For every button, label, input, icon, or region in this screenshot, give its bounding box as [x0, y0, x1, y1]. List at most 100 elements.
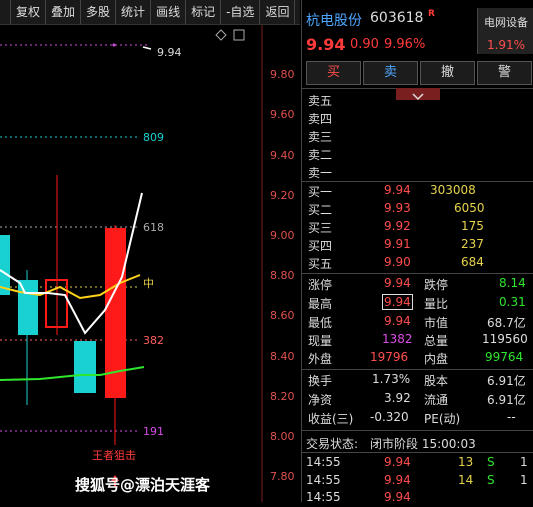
tick-side: S: [487, 473, 495, 487]
bid-price: 9.93: [384, 201, 411, 215]
price-change-pct: 9.96%: [384, 37, 426, 52]
last-price: 9.94: [306, 35, 346, 54]
axis-tick-8.40: 8.40: [270, 350, 295, 363]
candle-1: [0, 235, 10, 295]
diamond-icon[interactable]: [215, 29, 227, 41]
stock-name[interactable]: 杭电股份: [306, 10, 362, 30]
divider: [302, 430, 533, 431]
fib-label-618: 618: [143, 221, 164, 234]
sell-button[interactable]: 卖: [363, 61, 418, 85]
tb-back[interactable]: 返回: [260, 0, 296, 24]
low-label: 最低: [308, 316, 333, 330]
inner-value: 99764: [485, 350, 524, 364]
stat-row: 现量 1382 总量 119560: [302, 331, 533, 349]
buy-button[interactable]: 买: [306, 61, 361, 85]
total-vol-value: 119560: [482, 332, 528, 346]
bid-volume: 303008: [430, 183, 476, 197]
stat-row: 收益(三) -0.320 PE(动) --: [302, 409, 533, 427]
bid-row-3[interactable]: 买三 9.92 175: [302, 218, 533, 236]
tb-watchlist[interactable]: -自选: [221, 0, 261, 24]
watermark-text: 搜狐号@漂泊天涯客: [75, 476, 211, 494]
vol-ratio-label: 量比: [424, 297, 449, 311]
bid-volume: 175: [461, 219, 484, 233]
divider: [302, 452, 533, 453]
alert-button[interactable]: 警: [477, 61, 532, 85]
axis-tick-9.20: 9.20: [270, 189, 295, 202]
ask-row-2: 卖二: [302, 145, 533, 163]
high-value: 9.94: [382, 294, 413, 310]
bid-price: 9.90: [384, 255, 411, 269]
rzrq-badge: R: [428, 9, 435, 19]
sector-box[interactable]: 电网设备 1.91%: [477, 8, 533, 54]
cur-vol-label: 现量: [308, 334, 333, 348]
quote-panel: 杭电股份 603618 R 电网设备 1.91% 9.94 0.90 9.96%…: [301, 0, 533, 504]
vol-ratio-value: 0.31: [499, 295, 526, 309]
bid-volume: 237: [461, 237, 484, 251]
tb-mark[interactable]: 标记: [186, 0, 222, 24]
shares-value: 6.91亿: [487, 374, 526, 388]
fib-label-809: 809: [143, 131, 164, 144]
axis-tick-8.60: 8.60: [270, 309, 295, 322]
axis-tick-7.80: 7.80: [270, 470, 295, 483]
stat-row: 外盘 19796 内盘 99764: [302, 349, 533, 367]
tick-row: 14:55 9.94: [302, 489, 533, 507]
pe-label: PE(动): [424, 412, 461, 426]
outer-value: 19796: [370, 350, 409, 364]
turnover-value: 1.73%: [372, 372, 411, 386]
stock-code: 603618: [370, 10, 424, 26]
tb-overlay[interactable]: 叠加: [46, 0, 82, 24]
ask-row-4: 卖四: [302, 109, 533, 127]
tick-time: 14:55: [306, 473, 341, 487]
limit-down-label: 跌停: [424, 278, 449, 292]
kline-chart[interactable]: 9.94 809 618 中 382 191 王者狙击 9.80 9.60 9.…: [0, 25, 300, 502]
axis-tick-8.80: 8.80: [270, 269, 295, 282]
shares-label: 股本: [424, 374, 449, 388]
tb-fuquan[interactable]: 复权: [11, 0, 47, 24]
trade-status-row: 交易状态: 闭市阶段 15:00:03: [302, 434, 533, 452]
nav-value: 3.92: [384, 391, 411, 405]
axis-tick-8.00: 8.00: [270, 430, 295, 443]
low-value: 9.94: [384, 314, 411, 328]
bid-row-5[interactable]: 买五 9.90 684: [302, 254, 533, 272]
chart-toolbar: 复权 叠加 多股 统计 画线 标记 -自选 返回: [0, 0, 300, 25]
outer-label: 外盘: [308, 352, 333, 366]
fib-label-382: 382: [143, 334, 164, 347]
bid-row-4[interactable]: 买四 9.91 237: [302, 236, 533, 254]
axis-tick-9.80: 9.80: [270, 68, 295, 81]
cur-vol-value: 1382: [382, 332, 413, 346]
stat-row: 涨停 9.94 跌停 8.14: [302, 275, 533, 293]
float-label: 流通: [424, 393, 449, 407]
ask-label: 卖五: [308, 94, 333, 108]
limit-up-label: 涨停: [308, 278, 333, 292]
maximize-icon[interactable]: [233, 29, 245, 41]
tick-price: 9.94: [384, 473, 411, 487]
tb-multi[interactable]: 多股: [81, 0, 117, 24]
tick-row: 14:55 9.94 13 S 1: [302, 454, 533, 472]
limit-down-value: 8.14: [499, 276, 526, 290]
bid-price: 9.94: [384, 183, 411, 197]
axis-tick-8.20: 8.20: [270, 390, 295, 403]
tb-draw[interactable]: 画线: [151, 0, 187, 24]
cancel-button[interactable]: 撤: [420, 61, 475, 85]
bid-row-1[interactable]: 买一 9.94 303008: [302, 182, 533, 200]
ask-label: 卖一: [308, 166, 333, 180]
tick-row: 14:55 9.94 14 S 1: [302, 472, 533, 490]
ask-row-1: 卖一: [302, 163, 533, 181]
pe-value: --: [507, 410, 516, 424]
float-value: 6.91亿: [487, 393, 526, 407]
bid-row-2[interactable]: 买二 9.93 6050: [302, 200, 533, 218]
tick-count: 1: [520, 455, 528, 469]
fib-label-top: 9.94: [157, 46, 182, 59]
axis-tick-9.60: 9.60: [270, 108, 295, 121]
mkt-cap-label: 市值: [424, 316, 449, 330]
bid-label: 买二: [308, 203, 333, 217]
limit-up-value: 9.94: [384, 276, 411, 290]
fib-label-500: 中: [143, 277, 154, 290]
tb-stats[interactable]: 统计: [116, 0, 152, 24]
trade-status-label: 交易状态:: [306, 437, 359, 451]
bid-label: 买一: [308, 185, 333, 199]
stat-row: 净资 3.92 流通 6.91亿: [302, 390, 533, 408]
ask-label: 卖四: [308, 112, 333, 126]
divider: [302, 273, 533, 274]
stat-row: 最低 9.94 市值 68.7亿: [302, 313, 533, 331]
